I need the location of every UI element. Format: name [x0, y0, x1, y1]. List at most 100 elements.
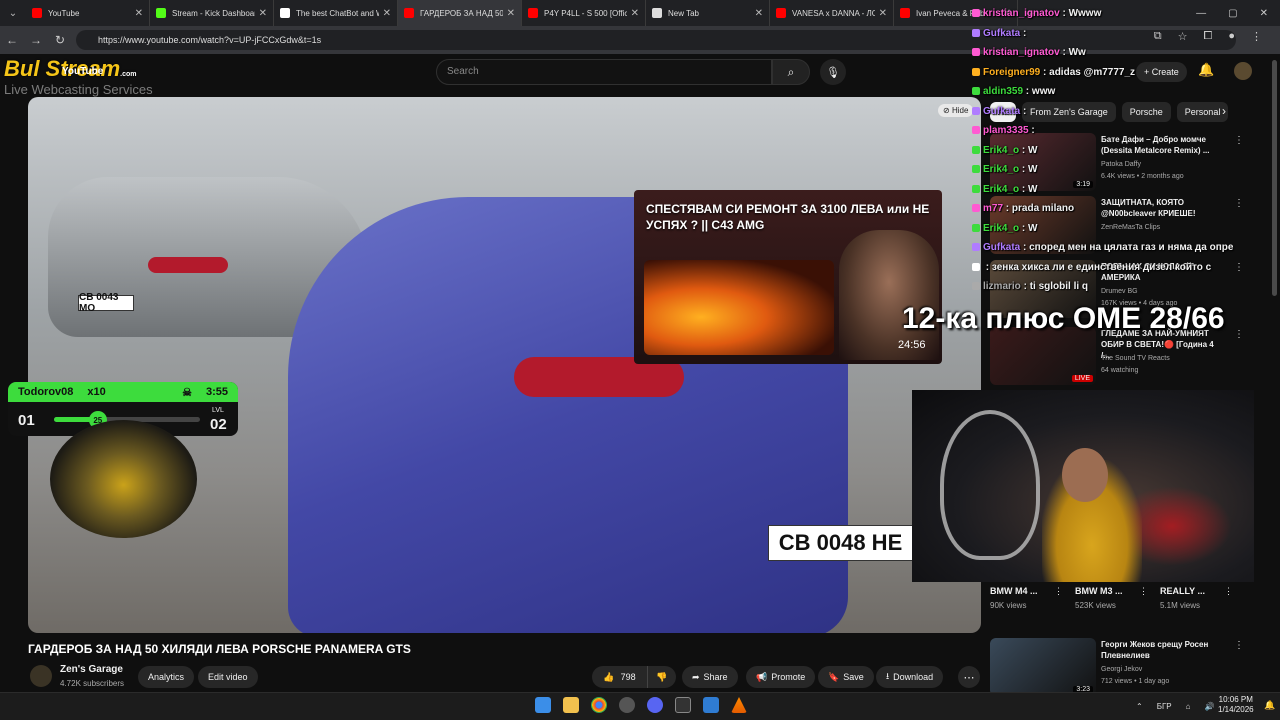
like-count: 798 [620, 672, 636, 682]
level-timer: 3:55 [205, 386, 228, 398]
analytics-button[interactable]: Analytics [138, 666, 195, 688]
volume-icon[interactable]: 🔊 [1204, 702, 1214, 711]
recommendation-item[interactable]: Георги Жеков срещу Росен Плевнелиев Geor… [988, 638, 1248, 696]
discord-icon[interactable] [647, 697, 663, 713]
short-views: 5.1M views [1160, 601, 1201, 610]
recommendation-channel[interactable]: Georgi Jekov [1101, 666, 1142, 673]
dislike-button[interactable]: 👎 [648, 672, 676, 683]
chat-text: зенка хикса ли е единствения дизел който… [991, 261, 1212, 273]
recommendation-menu-icon[interactable]: ⋮ [1234, 329, 1244, 340]
browser-tab[interactable]: VANESA x DANNA - ЛО ✕ [770, 0, 894, 26]
voice-search-button[interactable]: 🎙 [820, 59, 846, 85]
short-item[interactable]: REALLY ... 5.1M views ⋮ [1160, 586, 1240, 610]
terminal-icon[interactable] [675, 697, 691, 713]
forward-icon[interactable]: → [24, 33, 48, 47]
save-button[interactable]: 🔖 Save [818, 666, 874, 688]
chat-overlay: kristian_ignatov : Wwww Gufkata : kristia… [972, 4, 1272, 297]
recommendation-duration: LIVE [1071, 375, 1093, 382]
subscriber-count: 4.72K subscribers [60, 679, 125, 688]
tab-label: The best ChatBot and W [296, 8, 379, 18]
short-menu-icon[interactable]: ⋮ [1054, 586, 1063, 597]
level-label: LVL [212, 407, 224, 414]
short-item[interactable]: BMW M3 ... 523K views ⋮ [1075, 586, 1155, 610]
search-placeholder: Search [447, 66, 479, 77]
system-tray: ⌃ БГР ⌂ 🔊 [1136, 694, 1214, 718]
channel-name[interactable]: Zen's Garage [60, 664, 123, 675]
file-explorer-icon[interactable] [563, 697, 579, 713]
tab-close-icon[interactable]: ✕ [755, 8, 763, 19]
promote-button[interactable]: 📢 Promote [746, 666, 816, 688]
like-button[interactable]: 👍 798 [592, 666, 648, 688]
notifications-icon[interactable]: 🔔 [1264, 700, 1275, 711]
chat-username: m77 [983, 203, 1004, 214]
tab-close-icon[interactable]: ✕ [383, 8, 391, 19]
browser-tab[interactable]: YouTube ✕ [26, 0, 150, 26]
tab-favicon-icon [404, 8, 414, 18]
browser-tab[interactable]: The best ChatBot and W ✕ [274, 0, 398, 26]
clock[interactable]: 10:06 PM 1/14/2026 [1218, 695, 1254, 715]
youtube-logo[interactable]: YouTube [62, 66, 103, 77]
chat-message: Gufkata : [972, 24, 1272, 44]
edit-video-label: Edit video [208, 672, 248, 682]
save-label: Save [843, 672, 864, 682]
recommendation-title[interactable]: Георги Жеков срещу Росен Плевнелиев [1101, 640, 1219, 662]
hide-overlay-button[interactable]: ⊘ Hide [938, 104, 974, 117]
tab-close-icon[interactable]: ✕ [507, 8, 515, 19]
short-menu-icon[interactable]: ⋮ [1224, 586, 1233, 597]
browser-tab[interactable]: ГАРДЕРОБ ЗА НАД 50 Х ✕ [398, 0, 522, 26]
more-actions-button[interactable]: ⋯ [958, 666, 980, 688]
chat-message: : зенка хикса ли е единствения дизел кой… [972, 258, 1272, 278]
recommendation-channel[interactable]: The Sound TV Reacts [1101, 355, 1170, 362]
video-player[interactable]: CB 0043 MO CB 0048 HE [28, 97, 981, 633]
chat-badge-icon [972, 9, 980, 17]
card-duration: 24:56 [898, 339, 926, 351]
chat-badge-icon [972, 184, 980, 193]
short-menu-icon[interactable]: ⋮ [1139, 586, 1148, 597]
search-icon: ⌕ [787, 64, 795, 79]
tab-label: New Tab [668, 8, 699, 18]
chat-text: adidas @m7777_z [1049, 66, 1136, 78]
recommendation-menu-icon[interactable]: ⋮ [1234, 640, 1244, 651]
browser-tab[interactable]: Stream - Kick Dashboard ✕ [150, 0, 274, 26]
suggested-video-card[interactable]: СПЕСТЯВАМ СИ РЕМОНТ ЗА 3100 ЛЕВА или НЕ … [634, 190, 942, 364]
tab-close-icon[interactable]: ✕ [631, 8, 639, 19]
promote-label: Promote [771, 672, 806, 682]
app-icon[interactable] [703, 697, 719, 713]
download-button[interactable]: ⭳ Download [876, 666, 944, 688]
tab-favicon-icon [280, 8, 290, 18]
level-multiplier: x10 [87, 386, 106, 398]
download-label: Download [893, 672, 934, 682]
search-input[interactable]: Search [436, 59, 772, 85]
short-item[interactable]: BMW M4 ... 90K views ⋮ [990, 586, 1070, 610]
tab-close-icon[interactable]: ✕ [259, 8, 267, 19]
chat-text: W [1028, 144, 1038, 156]
obs-icon[interactable] [619, 697, 635, 713]
chrome-icon[interactable] [591, 697, 607, 713]
chat-message: Foreigner99 : adidas @m7777_z [972, 63, 1272, 83]
streamer-head [1062, 448, 1108, 502]
windows-taskbar [0, 692, 1280, 720]
tray-chevron-icon[interactable]: ⌃ [1136, 702, 1143, 711]
share-button[interactable]: ➦ Share [682, 666, 738, 688]
chat-message: Erik4_o : W [972, 141, 1272, 161]
tab-close-icon[interactable]: ✕ [135, 8, 143, 19]
browser-tab[interactable]: P4Y P4LL - S 500 [Offici ✕ [522, 0, 646, 26]
start-icon[interactable] [535, 697, 551, 713]
edit-video-button[interactable]: Edit video [198, 666, 258, 688]
chat-message: kristian_ignatov : Wwww [972, 4, 1272, 24]
back-icon[interactable]: ← [0, 33, 24, 47]
search-button[interactable]: ⌕ [772, 59, 810, 85]
browser-tab[interactable]: New Tab ✕ [646, 0, 770, 26]
tab-search-icon[interactable]: ⌄ [0, 0, 26, 26]
channel-avatar[interactable] [30, 665, 52, 687]
tab-close-icon[interactable]: ✕ [879, 8, 887, 19]
network-icon[interactable]: ⌂ [1186, 702, 1191, 711]
chat-text: prada milano [1011, 203, 1075, 214]
tab-label: P4Y P4LL - S 500 [Offici [544, 8, 627, 18]
short-views: 90K views [990, 601, 1027, 610]
reload-icon[interactable]: ↻ [48, 33, 72, 47]
page-scrollbar[interactable] [1272, 60, 1277, 296]
hide-label: Hide [951, 106, 969, 115]
language-indicator[interactable]: БГР [1157, 702, 1172, 711]
level-header: Todorov08 x10 ☠ 3:55 [8, 382, 238, 402]
